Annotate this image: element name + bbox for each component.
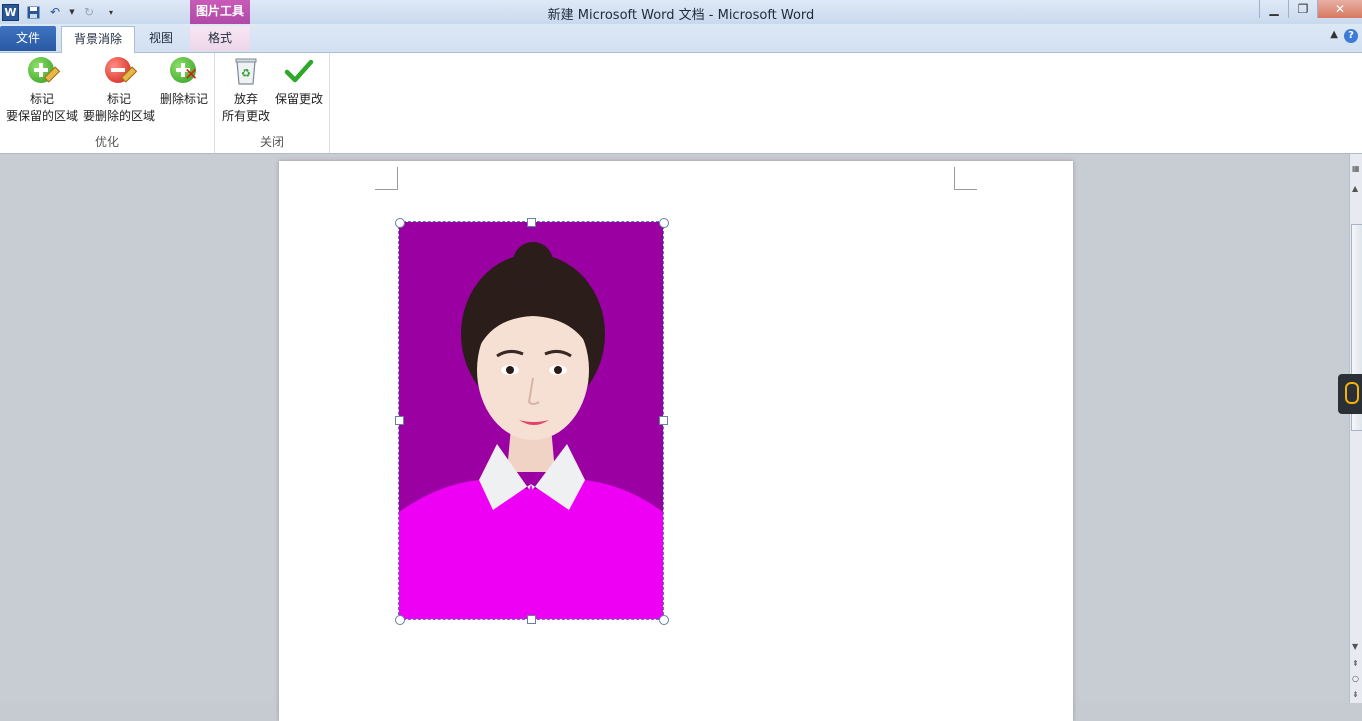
discard-label-1: 放弃 <box>233 92 258 106</box>
recycle-bin-icon: ♻ <box>230 55 262 87</box>
discard-label-2: 所有更改 <box>221 109 270 123</box>
collapse-ribbon-icon[interactable]: ▲ <box>1330 29 1338 40</box>
close-group: ♻ 放弃 所有更改 保留更改 关闭 <box>215 53 330 153</box>
close-group-label: 关闭 <box>259 135 284 149</box>
delete-mark-icon: ✕ <box>168 55 200 87</box>
resize-handle-top-left[interactable] <box>395 218 405 228</box>
ribbon: 标记 要保留的区域 标记 要删除的区域 ✕ 删除标记 优化 ♻ 放弃 所有更改 … <box>0 53 1362 154</box>
minimize-icon[interactable]: ▁ <box>1259 0 1288 18</box>
scroll-up-icon[interactable]: ▲ <box>1352 184 1358 193</box>
selection-frame <box>398 221 664 620</box>
mark-remove-label-1: 标记 <box>106 92 131 106</box>
refine-group-label: 优化 <box>94 135 119 149</box>
tab-file[interactable]: 文件 <box>0 26 56 51</box>
side-widget[interactable] <box>1338 374 1362 414</box>
delete-mark-button[interactable]: ✕ 删除标记 <box>158 55 210 108</box>
mark-remove-icon <box>103 55 138 87</box>
ribbon-tabs: 文件 背景消除 视图 格式 ▲ ? <box>0 24 1362 53</box>
window-controls: ▁ ❐ ✕ <box>1259 0 1362 18</box>
document-page[interactable] <box>279 161 1073 721</box>
ruler-toggle-icon[interactable]: ▦ <box>1352 164 1360 173</box>
tab-view[interactable]: 视图 <box>140 26 182 51</box>
title-bar: W ↶ ▼ ↻ ▾ 图片工具 新建 Microsoft Word 文档 - Mi… <box>0 0 1362 24</box>
delete-mark-label: 删除标记 <box>159 92 208 106</box>
margin-marker-top-right <box>954 167 977 190</box>
svg-text:♻: ♻ <box>241 67 251 80</box>
keep-changes-button[interactable]: 保留更改 <box>273 55 325 108</box>
mark-keep-button[interactable]: 标记 要保留的区域 <box>4 55 80 125</box>
mouse-icon <box>1345 382 1359 404</box>
discard-changes-button[interactable]: ♻ 放弃 所有更改 <box>219 55 273 125</box>
tab-format[interactable]: 格式 <box>190 26 250 51</box>
resize-handle-left[interactable] <box>395 416 404 425</box>
resize-handle-right[interactable] <box>659 416 668 425</box>
tab-background-removal[interactable]: 背景消除 <box>61 26 135 53</box>
vertical-scrollbar[interactable]: ▦ ▲ ▼ ⇞ ○ ⇟ <box>1349 154 1362 703</box>
resize-handle-bottom-left[interactable] <box>395 615 405 625</box>
scroll-down-icon[interactable]: ▼ <box>1352 642 1358 651</box>
mark-keep-icon <box>26 55 61 87</box>
document-area <box>0 154 1349 721</box>
checkmark-icon <box>283 55 315 87</box>
restore-icon[interactable]: ❐ <box>1288 0 1317 18</box>
previous-page-icon[interactable]: ⇞ <box>1352 659 1359 668</box>
resize-handle-bottom-right[interactable] <box>659 615 669 625</box>
resize-handle-top-right[interactable] <box>659 218 669 228</box>
select-browse-object-icon[interactable]: ○ <box>1352 674 1359 683</box>
help-icon[interactable]: ? <box>1344 29 1358 43</box>
mark-remove-button[interactable]: 标记 要删除的区域 <box>80 55 158 125</box>
mark-keep-label-2: 要保留的区域 <box>5 109 78 123</box>
mark-remove-label-2: 要删除的区域 <box>82 109 155 123</box>
next-page-icon[interactable]: ⇟ <box>1352 690 1359 699</box>
window-title: 新建 Microsoft Word 文档 - Microsoft Word <box>547 8 815 23</box>
mark-keep-label-1: 标记 <box>29 92 54 106</box>
close-icon[interactable]: ✕ <box>1317 0 1362 18</box>
resize-handle-bottom[interactable] <box>527 615 536 624</box>
keep-changes-label: 保留更改 <box>274 92 323 106</box>
refine-group: 标记 要保留的区域 标记 要删除的区域 ✕ 删除标记 优化 <box>0 53 215 153</box>
margin-marker-top-left <box>375 167 398 190</box>
resize-handle-top[interactable] <box>527 218 536 227</box>
